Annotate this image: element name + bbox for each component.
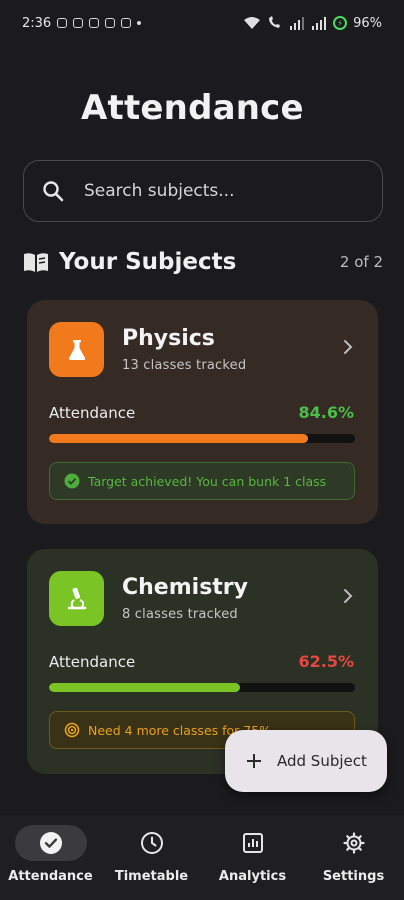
- notification-icon: [57, 18, 68, 28]
- wifi-icon: [244, 17, 261, 29]
- nav-indicator: [116, 825, 188, 861]
- nav-attendance[interactable]: Attendance: [1, 825, 101, 884]
- call-icon: [269, 16, 281, 28]
- nav-label: Analytics: [218, 869, 287, 884]
- microscope-icon: [67, 587, 86, 609]
- classes-tracked: 13 classes tracked: [122, 358, 247, 373]
- attendance-progress-track: [49, 683, 355, 692]
- classes-tracked: 8 classes tracked: [122, 607, 238, 622]
- chevron-right-icon: [344, 340, 353, 354]
- add-subject-label: Add Subject: [277, 752, 367, 770]
- target-icon: [64, 722, 80, 738]
- subject-card-physics[interactable]: Physics 13 classes tracked Attendance 84…: [27, 300, 378, 524]
- nav-analytics[interactable]: Analytics: [203, 825, 303, 884]
- status-left: 2:36: [22, 15, 142, 31]
- attendance-label: Attendance: [49, 404, 136, 422]
- clock-icon: [140, 832, 163, 854]
- battery-level: 96%: [353, 15, 382, 31]
- notification-icon: [89, 18, 100, 28]
- battery-charging-icon: ⚡: [333, 16, 348, 30]
- signal-icon: [312, 17, 327, 30]
- subject-name: Physics: [122, 326, 215, 351]
- attendance-percentage: 84.6%: [298, 403, 354, 422]
- add-subject-button[interactable]: Add Subject: [225, 730, 387, 792]
- check-circle-icon: [39, 832, 62, 854]
- more-notifications-icon: [137, 21, 142, 25]
- nav-label: Attendance: [8, 869, 93, 884]
- nav-timetable[interactable]: Timetable: [102, 825, 202, 884]
- notification-icon: [105, 18, 116, 28]
- plus-icon: [247, 754, 261, 768]
- notification-icon: [73, 18, 84, 28]
- attendance-label: Attendance: [49, 653, 136, 671]
- page-title: Attendance: [81, 88, 304, 128]
- subject-icon-badge: [49, 322, 104, 377]
- attendance-percentage: 62.5%: [298, 652, 354, 671]
- flask-icon: [68, 339, 85, 360]
- subject-count: 2 of 2: [339, 253, 383, 271]
- attendance-note: Target achieved! You can bunk 1 class: [49, 462, 355, 500]
- book-icon: [24, 253, 48, 272]
- attendance-note-text: Target achieved! You can bunk 1 class: [88, 473, 327, 489]
- nav-indicator: [217, 825, 289, 861]
- nav-label: Timetable: [114, 869, 189, 884]
- nav-label: Settings: [322, 869, 385, 884]
- section-header: Your Subjects 2 of 2: [23, 244, 383, 280]
- subject-name: Chemistry: [122, 575, 248, 600]
- bottom-navigation: Attendance Timetable Analytics Settings: [0, 815, 404, 900]
- subject-icon-badge: [49, 571, 104, 626]
- nav-indicator: [318, 825, 390, 861]
- search-input[interactable]: [84, 181, 354, 201]
- search-bar[interactable]: [23, 160, 383, 222]
- section-title-group: Your Subjects: [23, 249, 236, 275]
- section-title: Your Subjects: [59, 249, 237, 275]
- status-right: ⚡ 96%: [243, 16, 382, 31]
- search-icon: [43, 181, 64, 202]
- attendance-progress-track: [49, 434, 355, 443]
- status-time: 2:36: [22, 15, 52, 31]
- attendance-progress-fill: [49, 434, 308, 443]
- gear-icon: [342, 832, 365, 854]
- nav-settings[interactable]: Settings: [304, 825, 404, 884]
- status-bar: 2:36 ⚡ 96%: [0, 0, 404, 46]
- nav-indicator: [14, 825, 87, 861]
- check-circle-icon: [64, 473, 80, 489]
- notification-icon: [121, 18, 132, 28]
- chart-icon: [242, 833, 263, 853]
- attendance-progress-fill: [49, 683, 241, 692]
- signal-icon: [290, 17, 305, 30]
- chevron-right-icon: [344, 589, 353, 603]
